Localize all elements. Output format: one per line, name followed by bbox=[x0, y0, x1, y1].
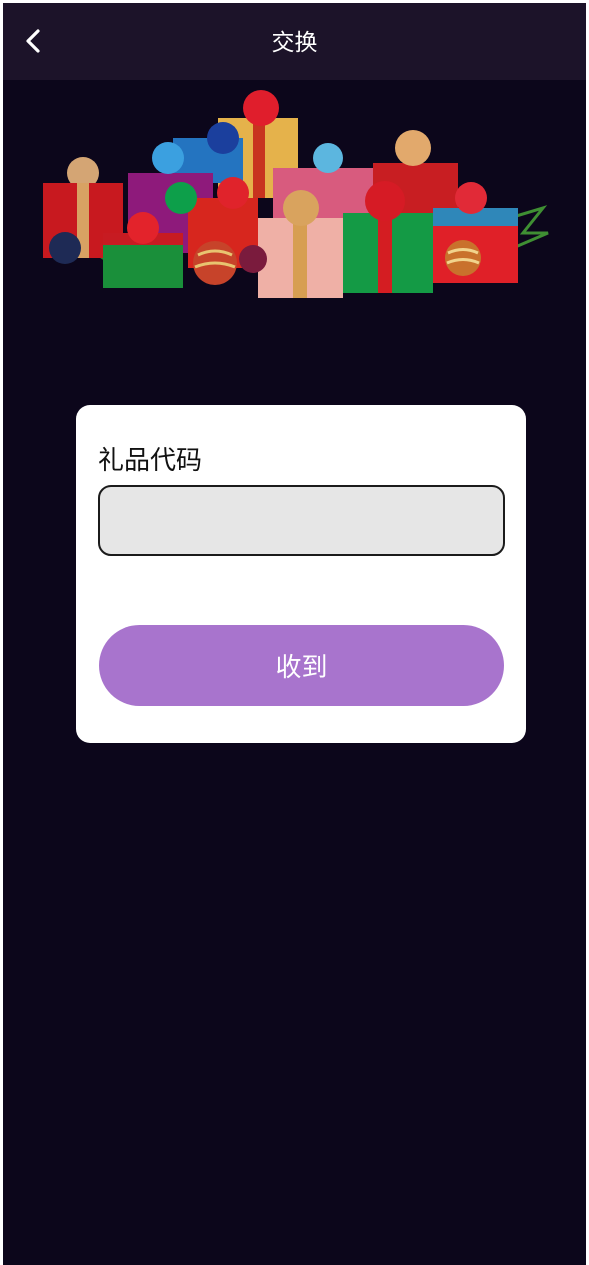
top-bar: 交换 bbox=[3, 3, 586, 80]
receive-button[interactable]: 收到 bbox=[99, 625, 504, 706]
redeem-screen: 交换 礼品代码 收到 bbox=[3, 3, 586, 1265]
redeem-card: 礼品代码 收到 bbox=[76, 405, 526, 743]
page-title: 交换 bbox=[271, 30, 318, 56]
gift-code-label: 礼品代码 bbox=[98, 446, 203, 476]
gift-boxes-illustration bbox=[43, 90, 549, 298]
gift-code-input[interactable] bbox=[98, 485, 505, 556]
